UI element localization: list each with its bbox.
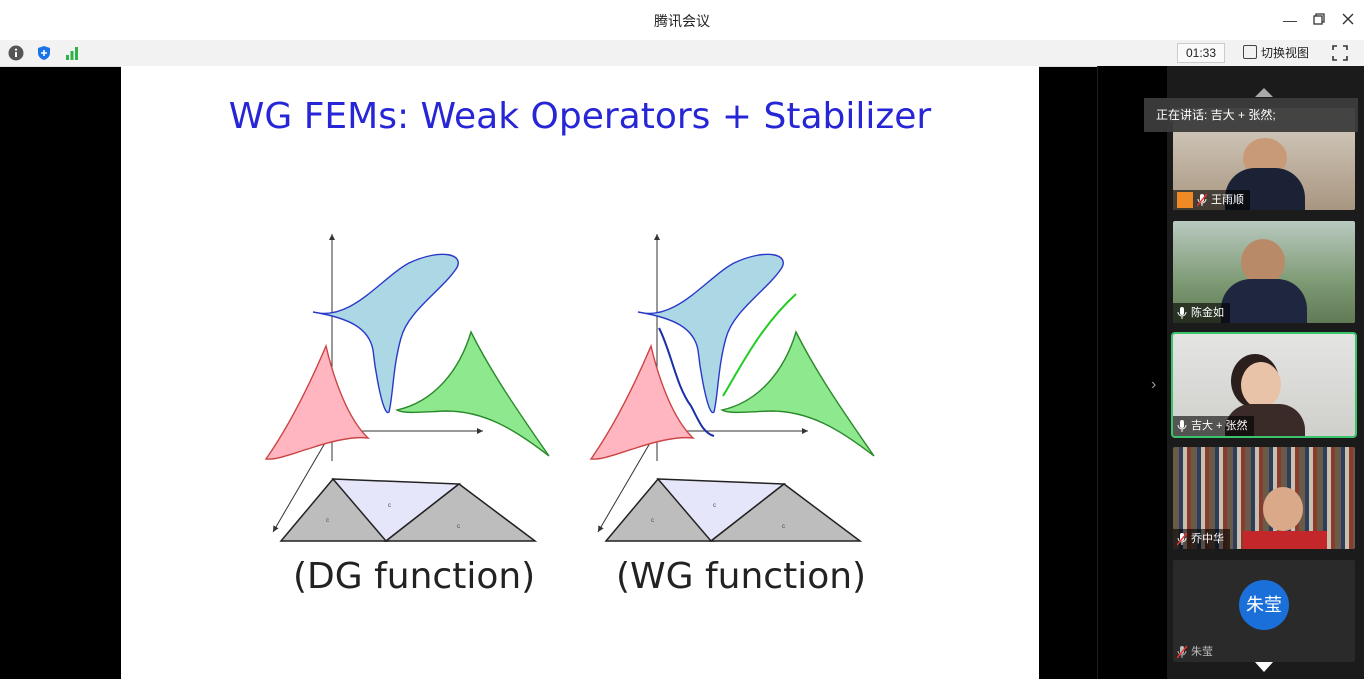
slide-figure: c c c c c c [264,234,875,543]
minimize-button[interactable]: — [1280,10,1300,30]
close-button[interactable] [1338,10,1358,30]
dg-caption: (DG function) [293,556,536,597]
mic-icon [1177,307,1187,319]
title-bar: 腾讯会议 — [0,0,1364,40]
speaking-indicator: 正在讲话: 吉大 + 张然; [1144,98,1358,132]
participant-tile-5[interactable]: 朱莹 朱莹 [1173,560,1355,662]
participant-tile-3[interactable]: 吉大 + 张然 [1171,332,1357,438]
participant-name-bar: 乔中华 [1173,529,1230,549]
info-icon[interactable] [8,45,24,61]
speaking-label: 正在讲话: 吉大 + 张然; [1156,108,1276,122]
avatar: 朱莹 [1239,580,1289,630]
switch-view-label: 切换视图 [1261,46,1310,60]
svg-text:c: c [388,503,391,509]
meeting-toolbar: 01:33 切换视图 [0,40,1364,67]
signal-strength-icon[interactable] [64,45,80,61]
participant-name-bar: 朱莹 [1173,642,1219,662]
shared-slide: WG FEMs: Weak Operators + Stabilizer c c… [121,66,1039,679]
mic-icon [1177,420,1187,432]
participant-tile-4[interactable]: 乔中华 [1173,447,1355,549]
mic-muted-icon [1197,193,1207,207]
participant-face [1241,362,1281,408]
participant-name-bar: 陈金如 [1173,303,1230,323]
mic-muted-icon [1177,532,1187,546]
scroll-down-arrow-icon[interactable] [1255,662,1273,672]
window-title: 腾讯会议 [654,13,710,29]
switch-view-button[interactable]: 切换视图 [1243,44,1309,62]
mic-muted-icon [1177,645,1187,659]
wg-figure: c c c [589,234,875,543]
participant-name-bar: 吉大 + 张然 [1173,416,1254,436]
restore-icon [1313,13,1325,25]
restore-button[interactable] [1309,10,1329,30]
participant-tile-2[interactable]: 陈金如 [1173,221,1355,323]
svg-text:c: c [326,518,329,524]
participant-body [1221,279,1307,323]
switch-view-icon [1243,45,1257,59]
security-shield-icon[interactable] [36,45,52,61]
participant-face [1263,487,1303,531]
scroll-up-arrow-icon[interactable] [1255,88,1273,97]
collapse-panel-chevron-icon[interactable]: › [1151,376,1156,394]
svg-text:c: c [713,503,716,509]
host-avatar-icon [1177,192,1193,208]
dg-figure: c c c [264,234,550,543]
svg-text:c: c [651,518,654,524]
svg-text:c: c [782,524,785,530]
participant-name: 朱莹 [1191,646,1213,658]
close-icon [1342,13,1354,25]
fullscreen-icon[interactable] [1331,44,1349,62]
participant-name: 吉大 + 张然 [1191,420,1248,432]
wg-caption: (WG function) [616,556,867,597]
participant-name: 乔中华 [1191,533,1224,545]
participant-name: 王雨顺 [1211,194,1244,206]
svg-text:c: c [457,524,460,530]
content-margin [1097,66,1168,679]
participant-body [1243,531,1327,549]
participant-name: 陈金如 [1191,307,1224,319]
meeting-timer: 01:33 [1177,43,1225,63]
participant-name-bar: 王雨顺 [1173,190,1250,210]
